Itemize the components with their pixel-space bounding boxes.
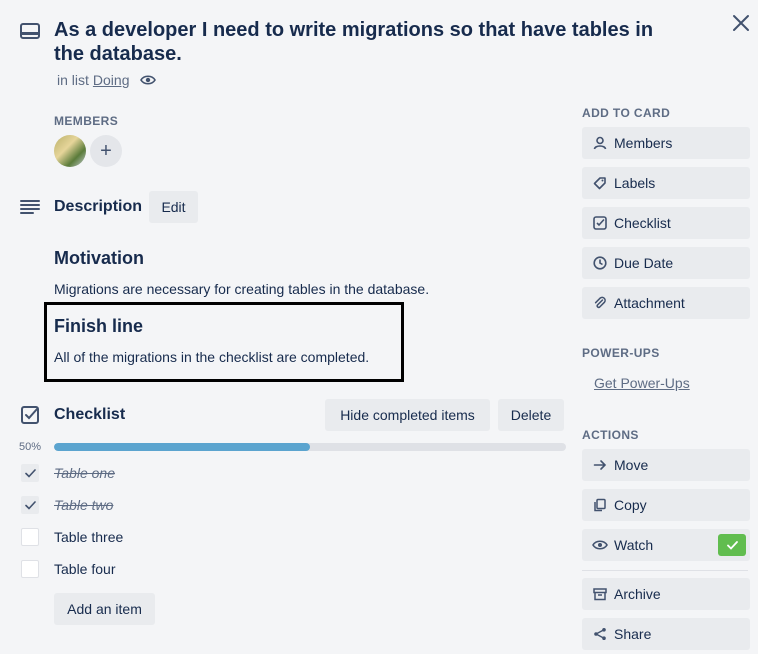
sidebar-labels-button[interactable]: Labels (582, 167, 750, 199)
finish-line-heading: Finish line (54, 316, 144, 336)
copy-icon (592, 497, 608, 513)
checkbox-icon (592, 215, 608, 231)
in-list-prefix: in list (57, 72, 89, 88)
sidebar-button-label: Copy (614, 497, 647, 513)
add-member-button[interactable]: + (90, 135, 122, 167)
motivation-heading: Motivation (54, 248, 144, 268)
sidebar-due-date-button[interactable]: Due Date (582, 247, 750, 279)
sidebar-button-label: Attachment (614, 295, 685, 311)
delete-checklist-button[interactable]: Delete (498, 399, 564, 431)
sidebar-button-label: Archive (614, 586, 661, 602)
card-icon (18, 20, 42, 42)
checklist-item-text[interactable]: Table three (54, 529, 123, 545)
card-title[interactable]: As a developer I need to write migration… (54, 18, 664, 66)
person-icon (592, 135, 608, 151)
sidebar-button-label: Due Date (614, 255, 674, 271)
archive-icon (592, 586, 608, 602)
sidebar-archive-button[interactable]: Archive (582, 578, 750, 610)
eye-icon (592, 537, 608, 553)
power-ups-label: POWER-UPS (582, 346, 660, 360)
highlight-box (44, 302, 404, 382)
paperclip-icon (592, 295, 608, 311)
description-title: Description (54, 198, 143, 215)
clock-icon (592, 255, 608, 271)
sidebar-attachment-button[interactable]: Attachment (582, 287, 750, 319)
sidebar-watch-button[interactable]: Watch (582, 529, 750, 561)
motivation-text: Migrations are necessary for creating ta… (54, 281, 430, 297)
checklist-item-text[interactable]: Table two (54, 497, 113, 513)
add-to-card-label: ADD TO CARD (582, 106, 671, 120)
add-item-button[interactable]: Add an item (54, 593, 155, 625)
share-icon (592, 626, 608, 642)
checklist-item-checkbox[interactable] (21, 496, 39, 514)
get-power-ups-link[interactable]: Get Power-Ups (594, 375, 690, 391)
close-icon[interactable] (728, 10, 754, 36)
checklist-item-text[interactable]: Table four (54, 561, 115, 577)
sidebar-checklist-button[interactable]: Checklist (582, 207, 750, 239)
sidebar-button-label: Watch (614, 537, 654, 553)
members-label: MEMBERS (54, 114, 119, 128)
edit-description-button[interactable]: Edit (149, 191, 198, 223)
checkmark-icon (22, 497, 38, 513)
hide-completed-button[interactable]: Hide completed items (325, 399, 490, 431)
sidebar-button-label: Share (614, 626, 652, 642)
checklist-item-checkbox[interactable] (21, 464, 39, 482)
avatar[interactable] (54, 135, 86, 167)
plus-icon: + (100, 140, 112, 162)
sidebar-members-button[interactable]: Members (582, 127, 750, 159)
list-link[interactable]: Doing (93, 72, 130, 88)
checklist-item-checkbox[interactable] (21, 560, 39, 578)
progress-percent: 50% (19, 441, 42, 453)
checklist-item-checkbox[interactable] (21, 528, 39, 546)
eye-icon (139, 72, 156, 88)
checkmark-icon (22, 465, 38, 481)
finish-line-text: All of the migrations in the checklist a… (54, 349, 370, 365)
progress-fill (54, 443, 310, 451)
sidebar-button-label: Move (614, 457, 649, 473)
sidebar-button-label: Members (614, 135, 673, 151)
sidebar-button-label: Labels (614, 175, 656, 191)
arrow-right-icon (592, 457, 608, 473)
watch-active-check-icon (718, 534, 746, 556)
description-icon (19, 198, 41, 216)
checklist-item-text[interactable]: Table one (54, 465, 115, 481)
sidebar-copy-button[interactable]: Copy (582, 489, 750, 521)
divider (582, 570, 748, 571)
sidebar-share-button[interactable]: Share (582, 618, 750, 650)
progress-bar (54, 443, 566, 451)
in-list-line: in list Doing (57, 72, 156, 88)
checklist-title: Checklist (54, 406, 126, 423)
tag-icon (592, 175, 608, 191)
sidebar-button-label: Checklist (614, 215, 671, 231)
checklist-icon (20, 405, 40, 425)
actions-label: ACTIONS (582, 428, 639, 442)
sidebar-move-button[interactable]: Move (582, 449, 750, 481)
